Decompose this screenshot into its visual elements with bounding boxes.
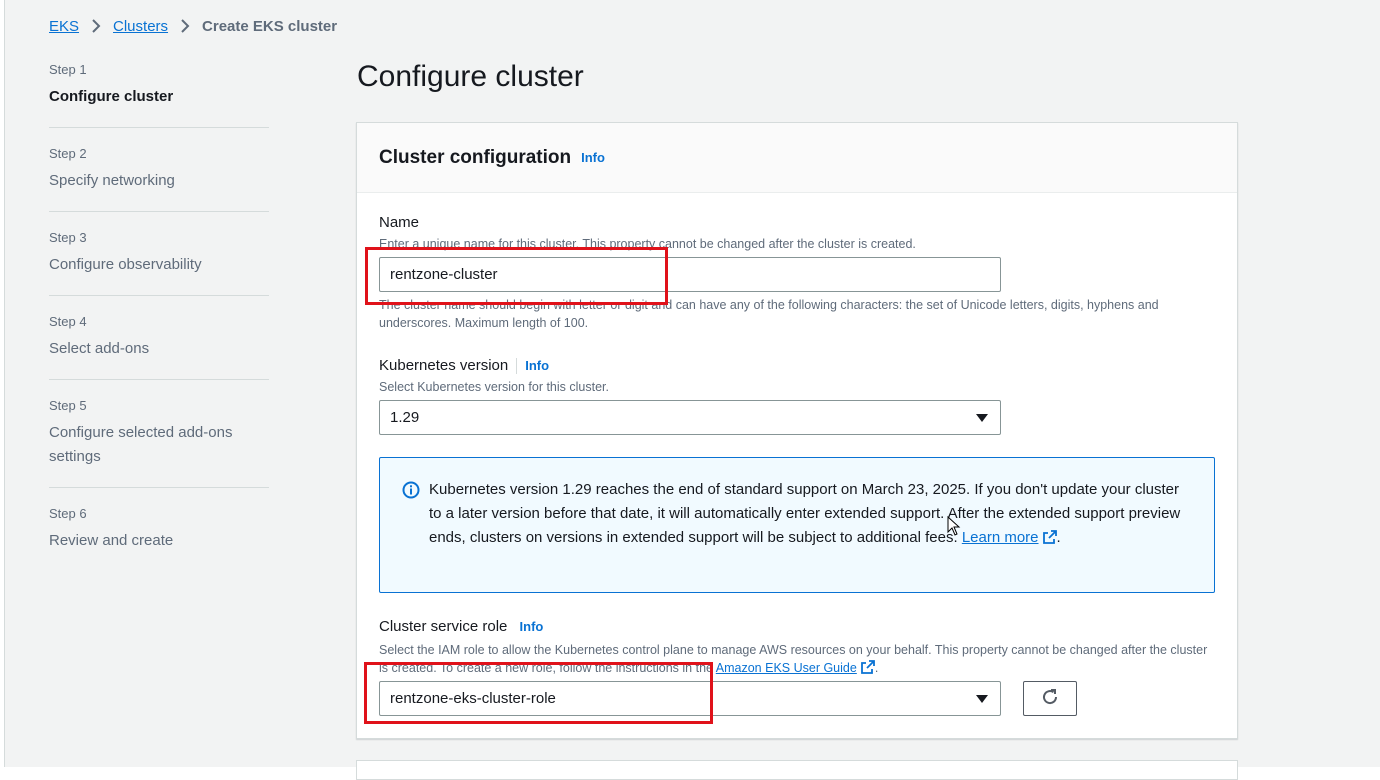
next-panel-edge: [356, 760, 1238, 780]
breadcrumb-current: Create EKS cluster: [202, 17, 338, 35]
step-number: Step 3: [49, 230, 87, 245]
page: EKS Clusters Create EKS cluster Step 1 C…: [4, 0, 1380, 780]
step-number: Step 5: [49, 398, 87, 413]
step-title: Configure observability: [49, 256, 202, 273]
cluster-configuration-panel: Cluster configuration Info Name Enter a …: [356, 122, 1238, 739]
k8s-version-info-link[interactable]: Info: [525, 358, 549, 373]
name-label: Name: [379, 214, 420, 231]
chevron-right-icon: [180, 19, 190, 33]
name-description: Enter a unique name for this cluster. Th…: [379, 237, 916, 251]
breadcrumb-clusters[interactable]: Clusters: [113, 18, 168, 35]
learn-more-label: Learn more: [961, 529, 1039, 546]
external-link-icon: [1042, 528, 1057, 544]
eks-user-guide-label: Amazon EKS User Guide: [715, 661, 857, 675]
breadcrumb-eks[interactable]: EKS: [49, 18, 79, 35]
step-number: Step 4: [49, 314, 87, 329]
service-role-info-link[interactable]: Info: [520, 619, 544, 634]
step-title: Review and create: [49, 532, 174, 549]
info-circle-icon: [402, 481, 420, 499]
service-role-label: Cluster service role: [379, 618, 508, 635]
name-constraint: The cluster name should begin with lette…: [379, 298, 1159, 330]
service-role-select[interactable]: rentzone-eks-cluster-role: [379, 681, 1001, 716]
service-role-label-row: Cluster service role Info: [379, 618, 543, 635]
alert-text-block: Kubernetes version 1.29 reaches the end …: [429, 478, 1189, 550]
eks-user-guide-link[interactable]: Amazon EKS User Guide: [715, 660, 875, 675]
step-title: Select add-ons: [49, 340, 150, 357]
step-3[interactable]: Step 3 Configure observability: [49, 224, 269, 296]
refresh-roles-button[interactable]: [1023, 681, 1077, 716]
step-4[interactable]: Step 4 Select add-ons: [49, 308, 269, 380]
mouse-cursor-icon: [947, 515, 961, 541]
divider: [516, 358, 518, 375]
caret-down-icon: [976, 695, 988, 703]
k8s-version-description: Select Kubernetes version for this clust…: [379, 380, 609, 394]
k8s-version-select[interactable]: 1.29: [379, 400, 1001, 435]
service-role-description-block: Select the IAM role to allow the Kuberne…: [379, 641, 1219, 677]
info-link[interactable]: Info: [581, 150, 605, 165]
breadcrumb: EKS Clusters Create EKS cluster: [49, 16, 337, 36]
step-1[interactable]: Step 1 Configure cluster: [49, 56, 269, 128]
k8s-version-label: Kubernetes version: [379, 357, 509, 374]
page-title: Configure cluster: [357, 60, 584, 93]
alert-suffix: .: [1056, 529, 1061, 546]
step-title: Specify networking: [49, 172, 175, 189]
external-link-icon: [860, 660, 875, 674]
cluster-name-input[interactable]: rentzone-cluster: [379, 257, 1001, 292]
step-2[interactable]: Step 2 Specify networking: [49, 140, 269, 212]
step-title: Configure selected add-ons settings: [49, 424, 233, 465]
panel-header: Cluster configuration Info: [357, 123, 1237, 193]
step-number: Step 2: [49, 146, 87, 161]
caret-down-icon: [976, 414, 988, 422]
service-role-value: rentzone-eks-cluster-role: [390, 690, 556, 707]
step-title: Configure cluster: [49, 88, 174, 105]
service-role-suffix: .: [874, 661, 879, 675]
wizard-steps: Step 1 Configure cluster Step 2 Specify …: [49, 56, 269, 583]
chevron-right-icon: [91, 19, 101, 33]
support-alert: Kubernetes version 1.29 reaches the end …: [379, 457, 1215, 593]
panel-title: Cluster configuration: [379, 146, 572, 168]
cluster-name-value: rentzone-cluster: [390, 266, 498, 283]
k8s-version-label-row: Kubernetes version Info: [379, 357, 549, 375]
step-number: Step 6: [49, 506, 87, 521]
refresh-icon: [1041, 688, 1059, 709]
learn-more-link[interactable]: Learn more: [962, 529, 1057, 546]
step-number: Step 1: [49, 62, 87, 77]
k8s-version-value: 1.29: [390, 409, 420, 426]
step-6[interactable]: Step 6 Review and create: [49, 500, 269, 571]
alert-text: Kubernetes version 1.29 reaches the end …: [429, 481, 1181, 546]
step-5[interactable]: Step 5 Configure selected add-ons settin…: [49, 392, 269, 488]
